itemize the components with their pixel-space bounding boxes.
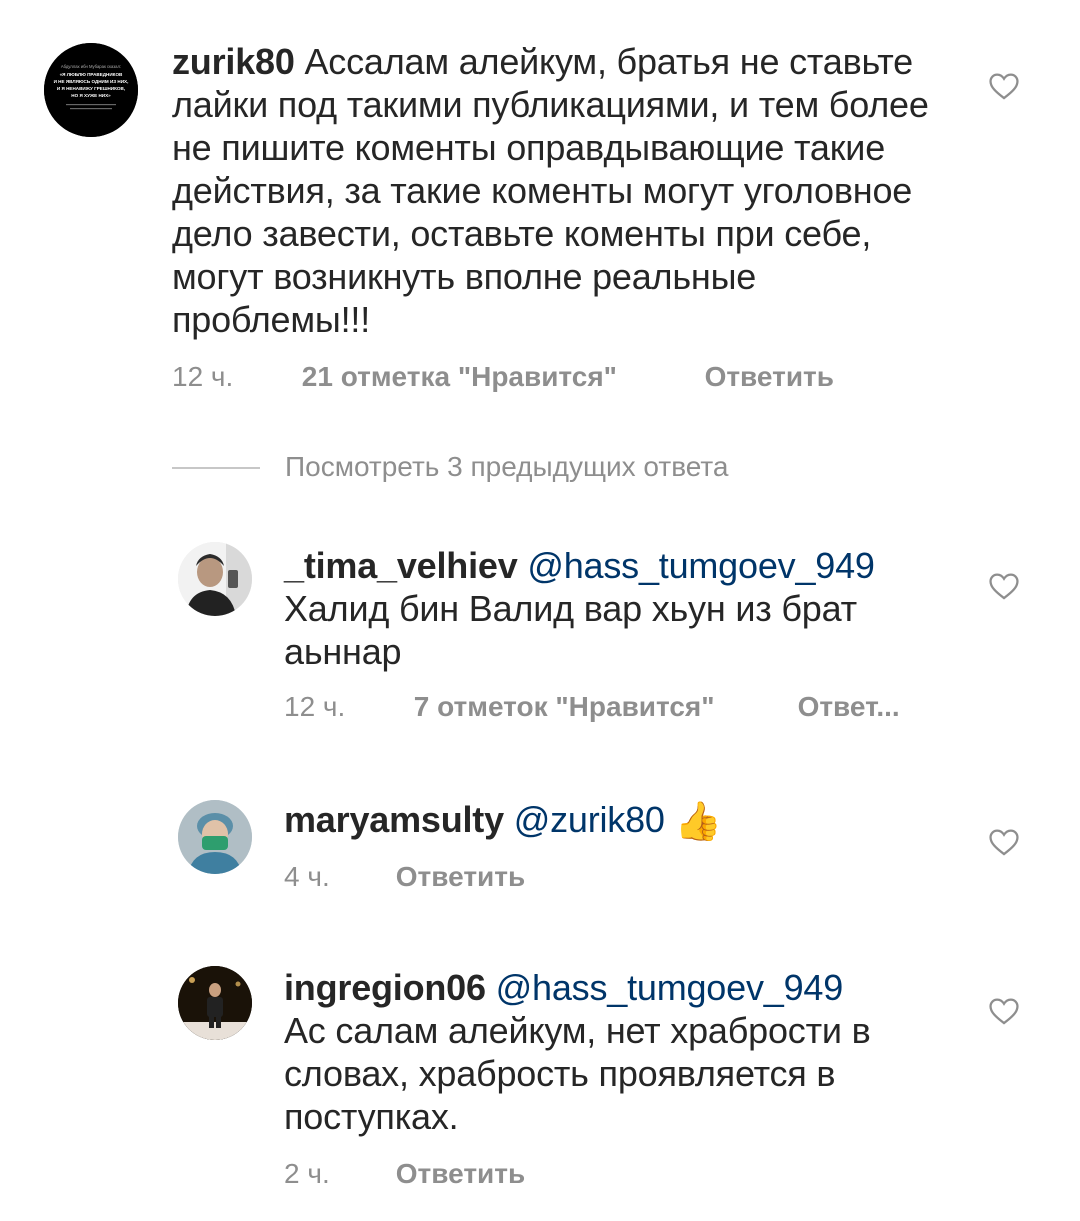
avatar[interactable]: Абдуллах ибн Мубарак сказал: «Я ЛЮБЛЮ ПР… (44, 43, 138, 137)
comment-meta: 12 ч. 21 отметка "Нравится" Ответить (172, 360, 834, 394)
comment-mention[interactable]: @hass_tumgoev_949 (527, 545, 875, 586)
comment-meta: 2 ч. Ответить (284, 1157, 525, 1191)
heart-icon (989, 73, 1019, 100)
comment-text: Ас салам алейкум, нет храбрости в словах… (284, 1010, 871, 1137)
like-button[interactable] (987, 994, 1021, 1028)
reply-button[interactable]: Ответить (396, 860, 525, 894)
comment-text: Ассалам алейкум, братья не ставьте лайки… (172, 41, 929, 340)
avatar-image (178, 800, 252, 874)
heart-icon (989, 998, 1019, 1025)
divider-line (172, 467, 260, 469)
view-previous-replies-label: Посмотреть 3 предыдущих ответа (285, 451, 729, 482)
comment-body: maryamsulty @zurik80 👍 (284, 798, 924, 844)
comment-username[interactable]: maryamsulty (284, 799, 504, 840)
comment-body: ingregion06 @hass_tumgoev_949 Ас салам а… (284, 966, 924, 1138)
svg-text:И Я НЕНАВИЖУ ГРЕШНИКОВ,: И Я НЕНАВИЖУ ГРЕШНИКОВ, (57, 86, 125, 91)
heart-icon (989, 573, 1019, 600)
comment-body: _tima_velhiev @hass_tumgoev_949 Халид би… (284, 544, 924, 673)
comment-username[interactable]: ingregion06 (284, 967, 486, 1008)
thumbs-up-icon: 👍 (674, 801, 722, 843)
avatar-image: Абдуллах ибн Мубарак сказал: «Я ЛЮБЛЮ ПР… (44, 43, 138, 137)
svg-text:«Я ЛЮБЛЮ ПРАВЕДНИКОВ: «Я ЛЮБЛЮ ПРАВЕДНИКОВ (60, 72, 123, 77)
reply-button[interactable]: Ответить (705, 360, 834, 394)
comment-time: 4 ч. (284, 861, 330, 892)
comment-time: 12 ч. (172, 361, 234, 392)
avatar[interactable] (178, 542, 252, 616)
comment-time: 12 ч. (284, 691, 346, 722)
comment-meta: 4 ч. Ответить (284, 860, 525, 894)
comment-mention[interactable]: @hass_tumgoev_949 (496, 967, 844, 1008)
comment-username[interactable]: zurik80 (172, 41, 295, 82)
comment-username[interactable]: _tima_velhiev (284, 545, 518, 586)
comment-time: 2 ч. (284, 1158, 330, 1189)
reply-button[interactable]: Ответить (396, 1157, 525, 1191)
view-previous-replies[interactable]: Посмотреть 3 предыдущих ответа (172, 448, 872, 488)
svg-text:Абдуллах ибн Мубарак сказал:: Абдуллах ибн Мубарак сказал: (61, 64, 121, 69)
svg-text:И НЕ ЯВЛЯЮСЬ ОДНИМ ИЗ НИХ,: И НЕ ЯВЛЯЮСЬ ОДНИМ ИЗ НИХ, (54, 79, 129, 84)
comment-mention[interactable]: @zurik80 (514, 799, 665, 840)
like-button[interactable] (987, 569, 1021, 603)
avatar-image (178, 542, 252, 616)
svg-text:НО Я ХУЖЕ НИХ»: НО Я ХУЖЕ НИХ» (71, 93, 111, 98)
avatar[interactable] (178, 800, 252, 874)
comment-likes[interactable]: 7 отметок "Нравится" (414, 690, 790, 724)
like-button[interactable] (987, 69, 1021, 103)
heart-icon (989, 829, 1019, 856)
avatar-image (178, 966, 252, 1040)
reply-button[interactable]: Ответ... (798, 690, 900, 724)
comment-likes[interactable]: 21 отметка "Нравится" (302, 360, 697, 394)
comment-body: zurik80 Ассалам алейкум, братья не ставь… (172, 40, 952, 341)
comment-meta: 12 ч. 7 отметок "Нравится" Ответ... (284, 690, 900, 724)
avatar[interactable] (178, 966, 252, 1040)
comment-text: Халид бин Валид вар хьун из брат аьннар (284, 588, 857, 672)
like-button[interactable] (987, 825, 1021, 859)
